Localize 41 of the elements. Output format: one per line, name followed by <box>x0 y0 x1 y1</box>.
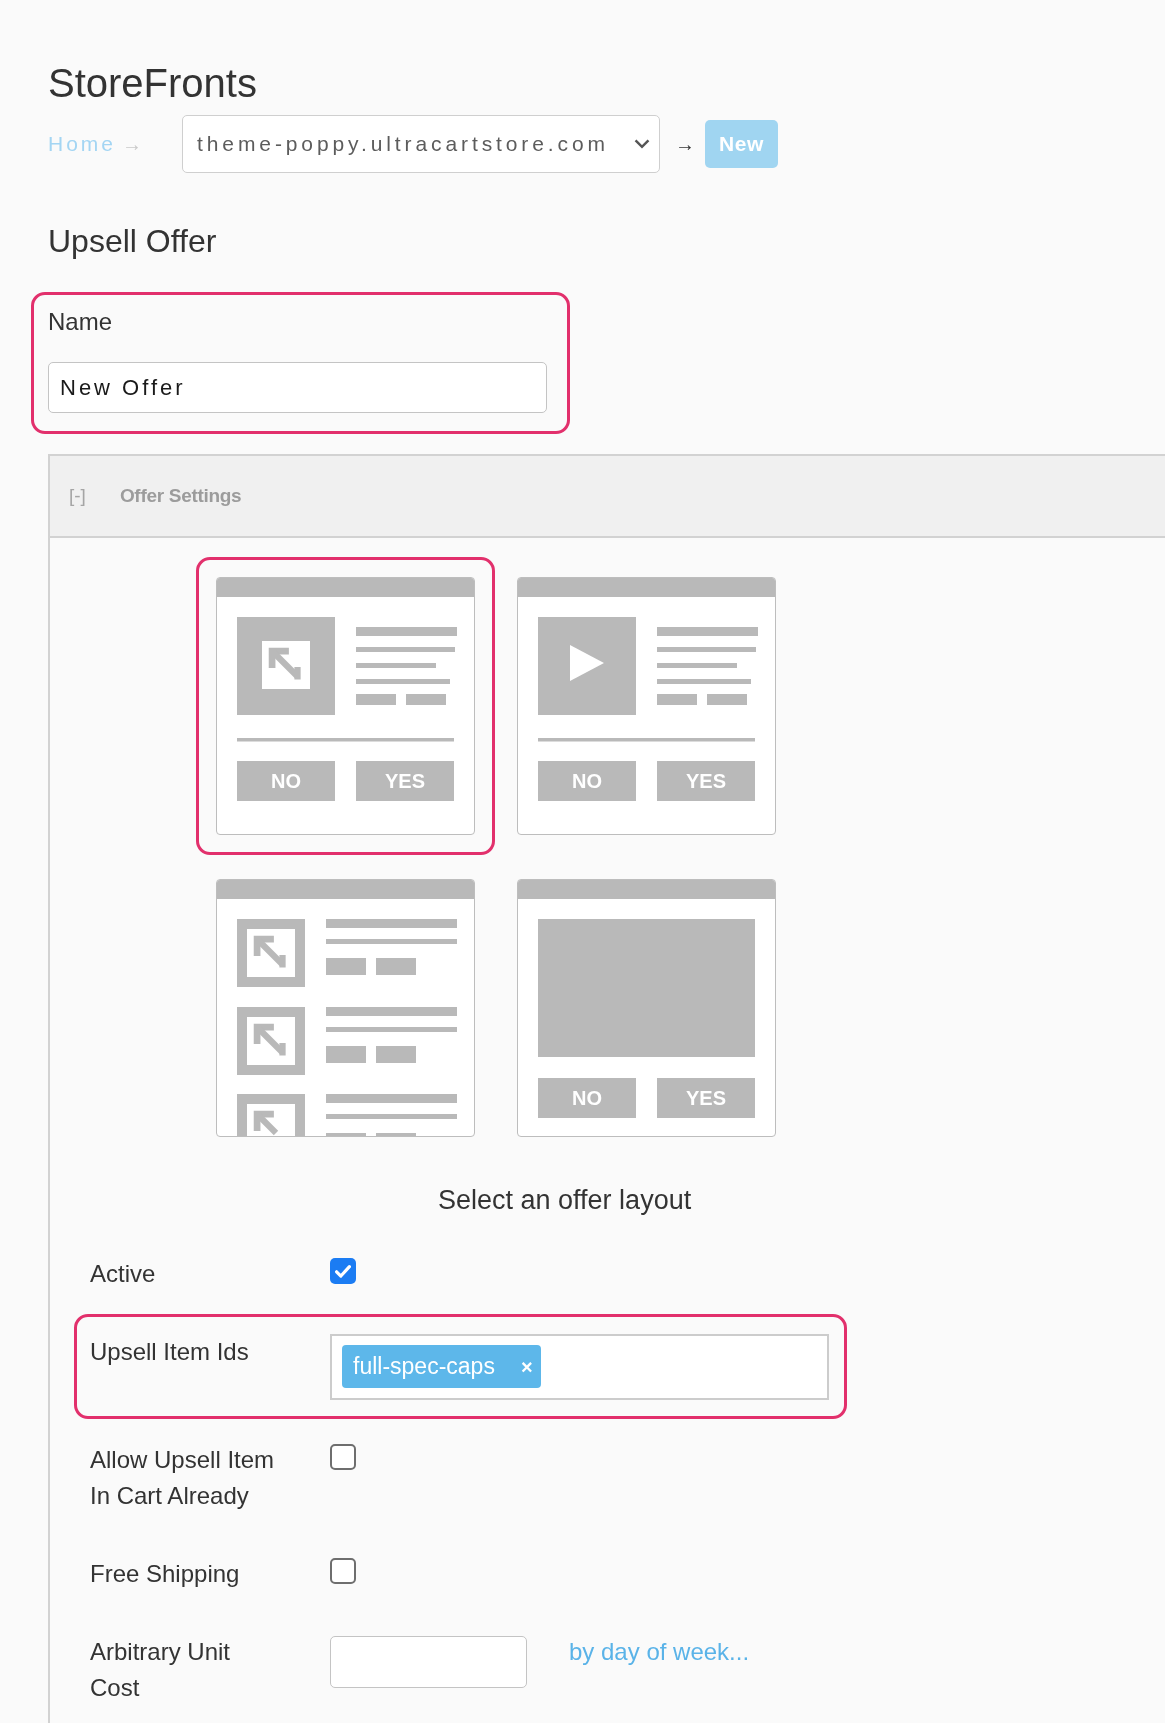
layout-option[interactable]: NO YES <box>517 577 776 835</box>
layout-caption: Select an offer layout <box>438 1186 692 1214</box>
breadcrumb-separator: → <box>122 132 143 157</box>
checkbox[interactable] <box>330 1558 356 1584</box>
remove-tag-button[interactable]: × <box>520 1351 533 1382</box>
breadcrumb-separator: → <box>675 132 696 157</box>
wireframe-button: YES <box>356 761 454 801</box>
tags-input[interactable]: full-spec-caps × <box>330 1334 829 1400</box>
wireframe-button: NO <box>237 761 335 801</box>
checkmark-icon <box>335 1264 351 1278</box>
layout-option[interactable]: NO YES <box>216 577 475 835</box>
section-title: Upsell Offer <box>48 223 217 259</box>
play-icon <box>538 617 636 715</box>
field-label: Upsell Item Ids <box>90 1338 249 1365</box>
collapse-toggle[interactable]: [-] <box>69 481 86 511</box>
field-label: Active <box>90 1260 156 1287</box>
tag-label: full-spec-caps <box>353 1352 495 1382</box>
panel-title: Offer Settings <box>119 483 242 508</box>
field-label: Allow Upsell Item In Cart Already <box>90 1446 275 1509</box>
checkbox[interactable] <box>330 1258 356 1284</box>
store-select[interactable]: theme-poppy.ultracartstore.com <box>182 115 661 173</box>
picture-icon <box>237 919 305 987</box>
picture-icon <box>237 617 335 715</box>
current-breadcrumb: New <box>705 120 778 168</box>
wireframe-button: NO <box>538 1078 636 1118</box>
page-title: StoreFronts <box>48 61 257 105</box>
field-label: Free Shipping <box>90 1560 240 1587</box>
day-of-week-link[interactable]: by day of week... <box>569 1634 750 1670</box>
field-label: Name <box>48 307 113 337</box>
layout-option[interactable]: NO YES <box>517 879 776 1137</box>
home-link[interactable]: Home <box>48 128 117 160</box>
checkbox[interactable] <box>330 1444 356 1470</box>
name-input[interactable]: New Offer <box>48 362 547 413</box>
picture-icon <box>237 1007 305 1075</box>
wireframe-button: NO <box>538 761 636 801</box>
chevron-down-icon <box>634 139 651 149</box>
picture-icon <box>237 1094 305 1136</box>
wireframe-button: YES <box>657 761 755 801</box>
wireframe-button: YES <box>657 1078 755 1118</box>
text-input[interactable] <box>330 1636 527 1688</box>
field-label: Arbitrary Unit Cost <box>90 1638 231 1701</box>
